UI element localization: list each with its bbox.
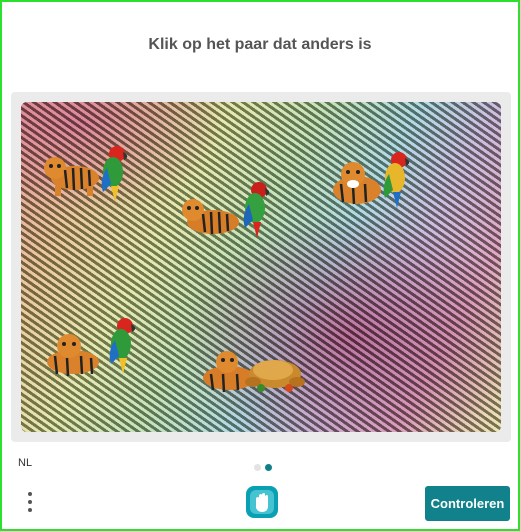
tiger-icon bbox=[47, 334, 99, 376]
pair-tiger-parrot-1[interactable] bbox=[41, 142, 133, 208]
tiger-icon bbox=[182, 199, 239, 235]
page-dot-1 bbox=[254, 464, 261, 471]
parrot-icon bbox=[101, 146, 128, 202]
pair-tiger-parrot-3[interactable] bbox=[327, 148, 419, 216]
challenge-title: Klik op het paar dat anders is bbox=[148, 36, 372, 53]
more-options-icon[interactable] bbox=[22, 490, 38, 518]
captcha-frame: Klik op het paar dat anders is NL Contro… bbox=[0, 0, 520, 531]
challenge-panel bbox=[11, 92, 511, 442]
language-selector[interactable]: NL bbox=[18, 457, 32, 469]
parrot-icon bbox=[383, 152, 410, 208]
pair-tiger-parrot-2[interactable] bbox=[179, 180, 277, 246]
pair-tiger-food[interactable] bbox=[197, 340, 309, 400]
page-dot-2 bbox=[265, 464, 272, 471]
page-indicator bbox=[254, 458, 276, 476]
parrot-icon bbox=[243, 182, 270, 238]
parrot-icon bbox=[109, 318, 136, 374]
pair-tiger-parrot-4[interactable] bbox=[41, 316, 145, 386]
check-button[interactable]: Controleren bbox=[425, 486, 510, 521]
hcaptcha-hand-logo-icon bbox=[246, 486, 278, 518]
challenge-image[interactable] bbox=[21, 102, 501, 432]
roast-chicken-icon bbox=[245, 360, 305, 392]
